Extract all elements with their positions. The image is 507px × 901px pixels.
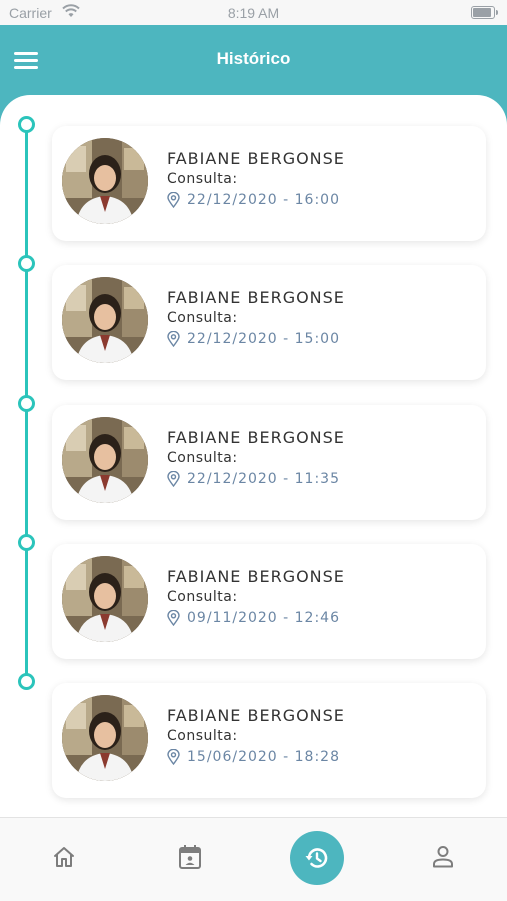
- timeline-dot: [18, 673, 35, 690]
- avatar: [62, 695, 148, 781]
- bottom-tab-bar: [0, 817, 507, 901]
- history-card[interactable]: FABIANE BERGONSE Consulta: 22/12/2020 - …: [52, 126, 486, 241]
- avatar: [62, 138, 148, 224]
- history-card[interactable]: FABIANE BERGONSE Consulta: 22/12/2020 - …: [52, 405, 486, 520]
- appointment-type: Consulta:: [167, 589, 238, 605]
- appointment-type: Consulta:: [167, 310, 238, 326]
- appointment-type: Consulta:: [167, 450, 238, 466]
- professional-name: FABIANE BERGONSE: [167, 428, 345, 447]
- tab-profile[interactable]: [423, 818, 463, 901]
- history-card[interactable]: FABIANE BERGONSE Consulta: 22/12/2020 - …: [52, 265, 486, 380]
- location-pin-icon: [167, 331, 180, 347]
- calendar-icon: [179, 845, 201, 869]
- history-card[interactable]: FABIANE BERGONSE Consulta: 09/11/2020 - …: [52, 544, 486, 659]
- professional-name: FABIANE BERGONSE: [167, 288, 345, 307]
- professional-name: FABIANE BERGONSE: [167, 567, 345, 586]
- status-bar: Carrier 8:19 AM: [0, 0, 507, 25]
- avatar: [62, 277, 148, 363]
- status-time: 8:19 AM: [227, 5, 280, 21]
- home-icon: [54, 847, 74, 867]
- tab-history[interactable]: [290, 831, 344, 885]
- appointment-datetime: 09/11/2020 - 12:46: [187, 610, 340, 626]
- location-pin-icon: [167, 749, 180, 765]
- location-pin-icon: [167, 610, 180, 626]
- profile-icon: [433, 846, 453, 868]
- location-pin-icon: [167, 471, 180, 487]
- appointment-datetime: 22/12/2020 - 11:35: [187, 471, 340, 487]
- history-icon: [305, 848, 328, 868]
- tab-home[interactable]: [44, 818, 84, 901]
- appointment-datetime: 15/06/2020 - 18:28: [187, 749, 340, 765]
- avatar: [62, 556, 148, 642]
- appointment-datetime: 22/12/2020 - 16:00: [187, 192, 340, 208]
- professional-name: FABIANE BERGONSE: [167, 706, 345, 725]
- history-list: FABIANE BERGONSE Consulta: 22/12/2020 - …: [0, 95, 507, 817]
- location-pin-icon: [167, 192, 180, 208]
- appointment-datetime: 22/12/2020 - 15:00: [187, 331, 340, 347]
- avatar: [62, 417, 148, 503]
- timeline-dot: [18, 395, 35, 412]
- timeline-dot: [18, 534, 35, 551]
- battery-icon: [471, 6, 498, 19]
- timeline-dot: [18, 116, 35, 133]
- timeline-dot: [18, 255, 35, 272]
- history-card[interactable]: FABIANE BERGONSE Consulta: 15/06/2020 - …: [52, 683, 486, 798]
- appointment-type: Consulta:: [167, 171, 238, 187]
- professional-name: FABIANE BERGONSE: [167, 149, 345, 168]
- appointment-type: Consulta:: [167, 728, 238, 744]
- page-title: Histórico: [216, 49, 291, 68]
- tab-calendar[interactable]: [170, 818, 210, 901]
